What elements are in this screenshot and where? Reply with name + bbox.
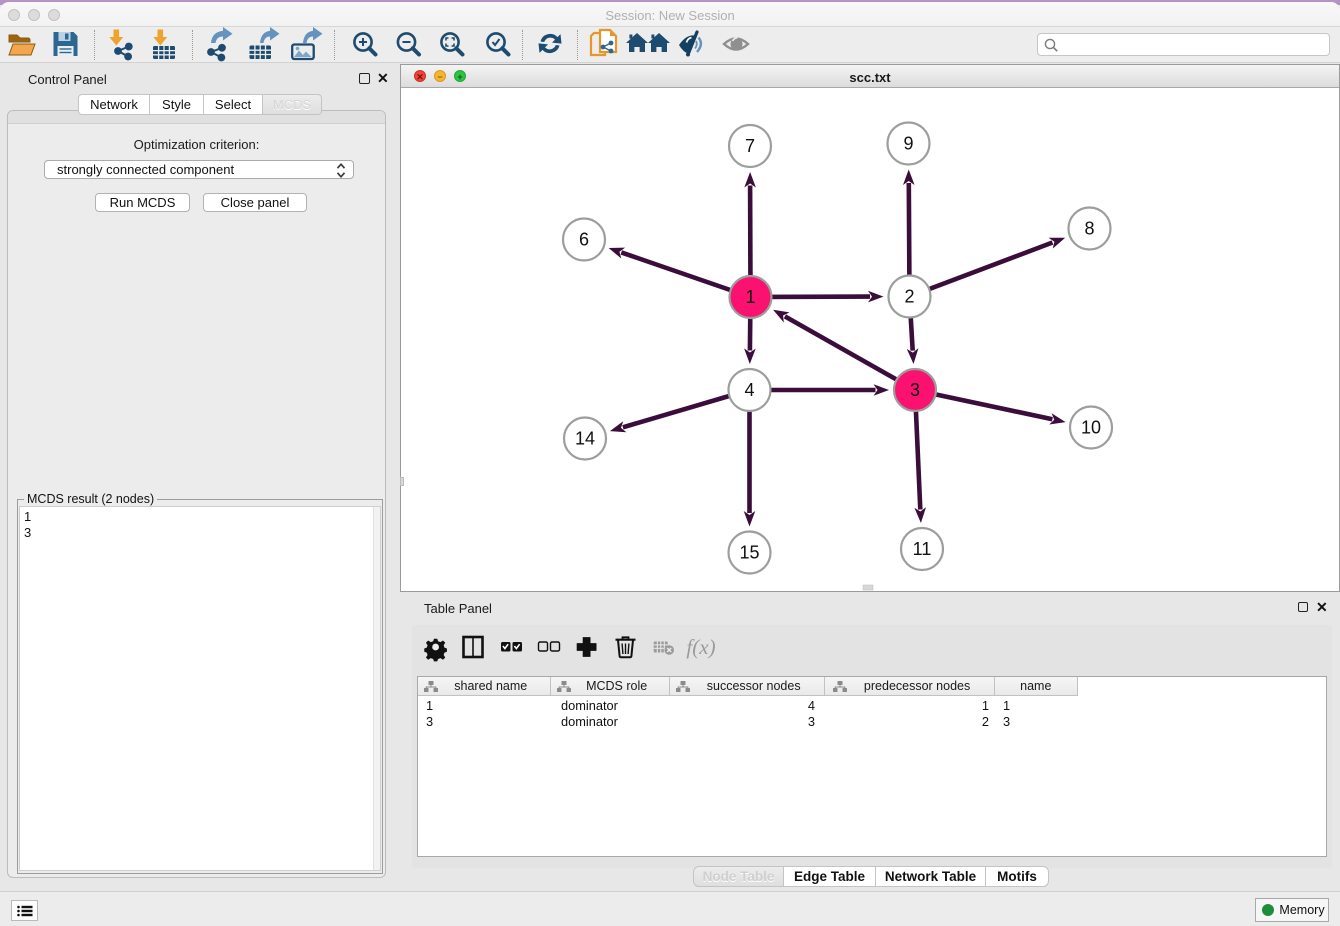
svg-text:11: 11 xyxy=(913,539,932,559)
svg-text:8: 8 xyxy=(1084,219,1094,239)
svg-text:10: 10 xyxy=(1081,418,1101,438)
svg-text:7: 7 xyxy=(745,136,755,156)
svg-text:2: 2 xyxy=(904,287,914,307)
svg-text:9: 9 xyxy=(903,134,913,154)
svg-text:4: 4 xyxy=(744,380,754,400)
svg-text:f(x): f(x) xyxy=(686,635,715,659)
svg-text:6: 6 xyxy=(579,230,589,250)
svg-text:3: 3 xyxy=(910,380,920,400)
svg-text:15: 15 xyxy=(739,543,759,563)
svg-text:14: 14 xyxy=(575,429,595,449)
svg-text:1: 1 xyxy=(745,287,755,307)
